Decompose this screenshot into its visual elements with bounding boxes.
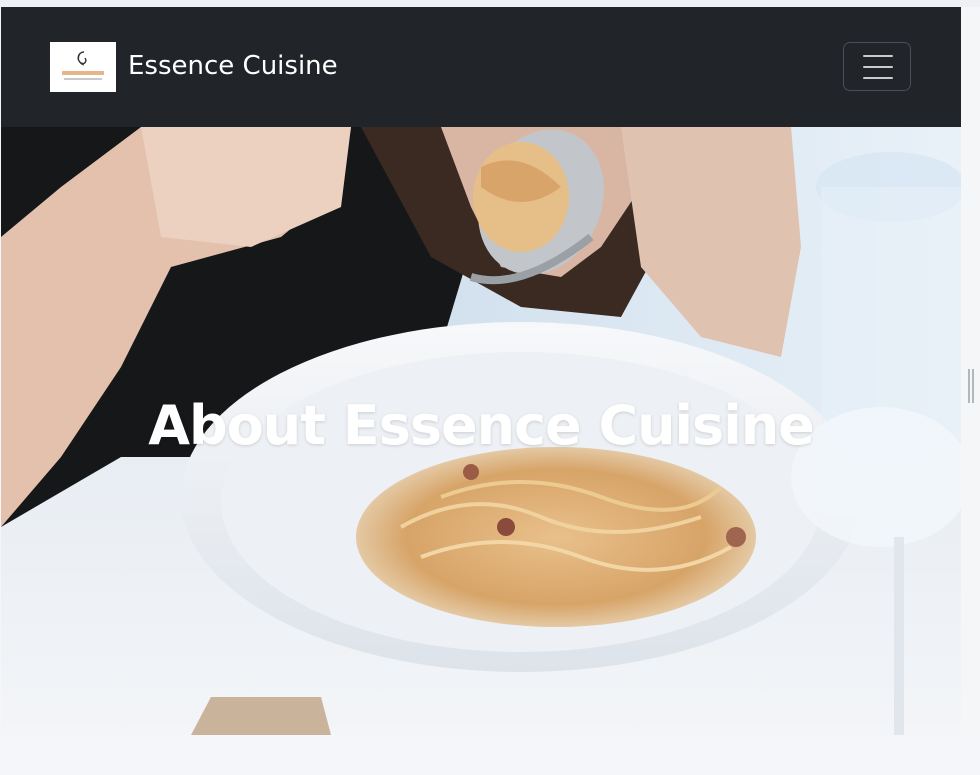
- scrollbar-handle[interactable]: [968, 369, 974, 403]
- brand-name[interactable]: Essence Cuisine: [128, 49, 338, 83]
- navbar: Essence Cuisine: [1, 7, 961, 127]
- hero-section: About Essence Cuisine: [1, 127, 961, 735]
- navbar-toggler-button[interactable]: [843, 42, 911, 91]
- hero-title: About Essence Cuisine: [148, 394, 815, 457]
- brand-logo[interactable]: [50, 42, 116, 92]
- page-content-area: [0, 735, 980, 775]
- logo-icon: [50, 42, 116, 92]
- top-strip: [0, 0, 980, 7]
